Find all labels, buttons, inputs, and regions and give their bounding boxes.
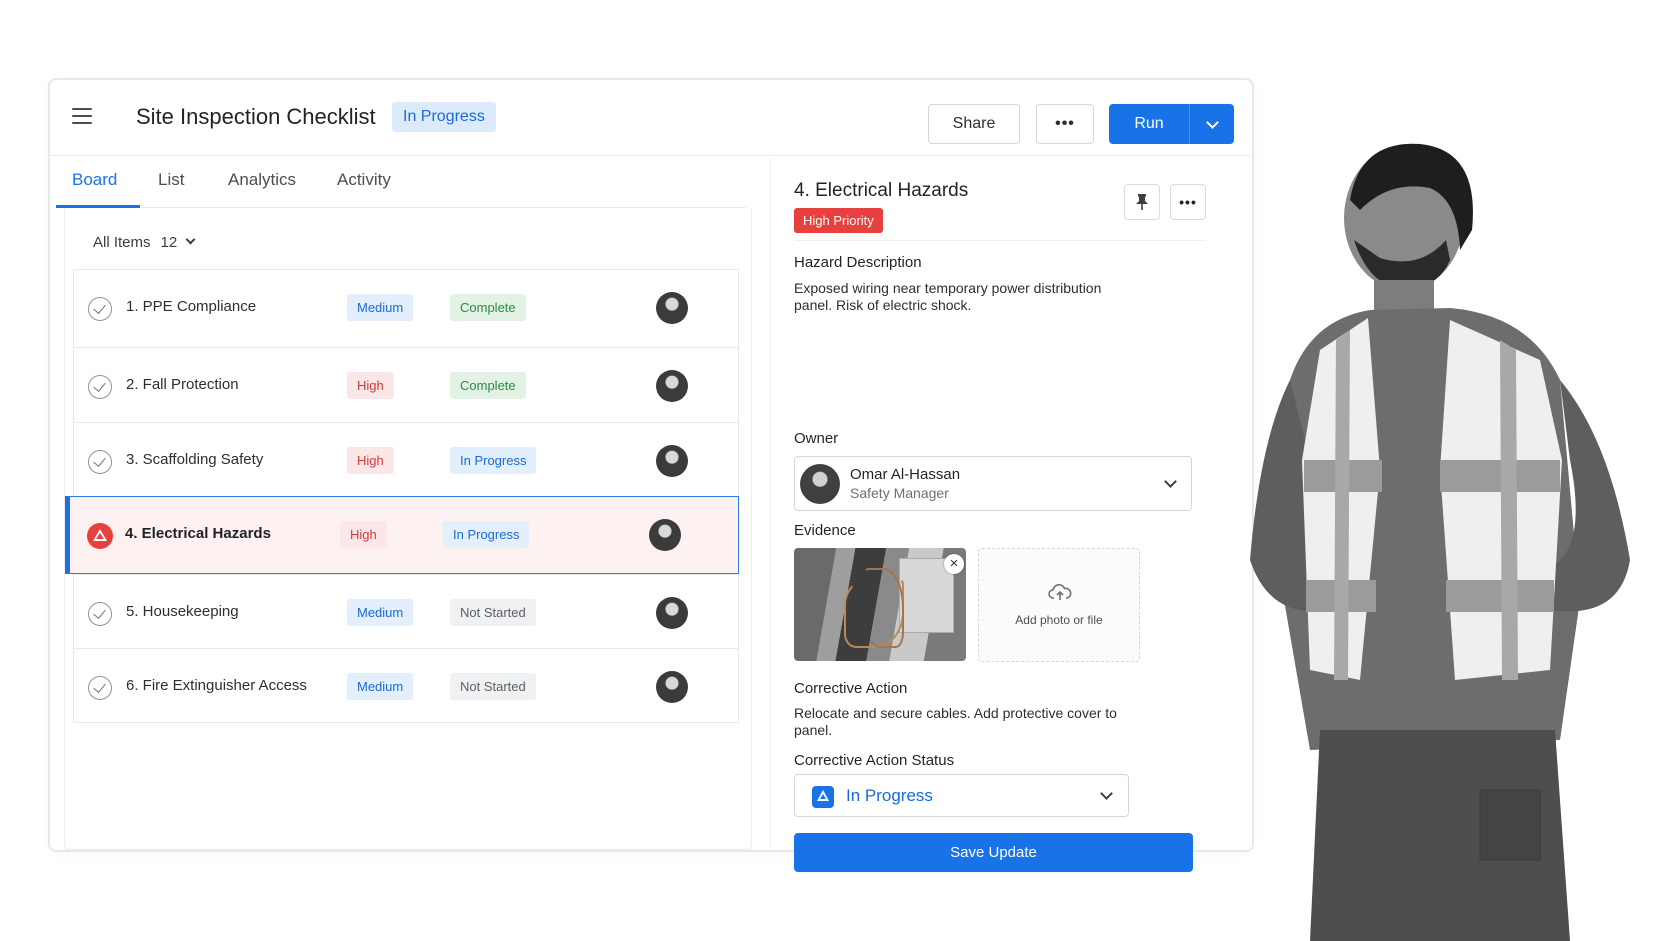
check-circle-icon[interactable] (88, 375, 112, 399)
priority-badge: High (347, 372, 394, 399)
status-badge: Complete (450, 294, 526, 321)
more-options-button[interactable]: ••• (1036, 104, 1094, 144)
tab-board[interactable]: Board (72, 170, 117, 190)
worker-photo (1250, 143, 1630, 941)
checklist-row[interactable]: 6. Fire Extinguisher Access Medium Not S… (73, 648, 739, 723)
item-name: 5. Housekeeping (126, 603, 239, 620)
corrective-label: Corrective Action (794, 680, 908, 697)
checklist-rows: 1. PPE Compliance Medium Complete 2. Fal… (65, 269, 739, 723)
owner-name: Omar Al-Hassan (850, 466, 961, 483)
check-circle-icon[interactable] (88, 297, 112, 321)
checklist-row[interactable]: 3. Scaffolding Safety High In Progress (73, 422, 739, 496)
priority-badge: Medium (347, 673, 414, 700)
pin-button[interactable] (1124, 184, 1160, 220)
tab-analytics[interactable]: Analytics (228, 170, 296, 190)
header: Site Inspection Checklist In Progress Sh… (50, 80, 1252, 156)
close-icon[interactable]: × (944, 554, 964, 574)
chevron-down-icon (1205, 115, 1219, 129)
cloud-upload-icon (1048, 584, 1072, 600)
assignee-avatar (649, 519, 681, 551)
chevron-down-icon (1100, 787, 1113, 800)
run-button[interactable]: Run (1109, 104, 1189, 144)
items-filter[interactable]: All Items 12 (93, 234, 196, 251)
corrective-action-text: Relocate and secure cables. Add protecti… (794, 705, 1117, 738)
divider (794, 240, 1206, 241)
assignee-avatar (656, 445, 688, 477)
evidence-label: Evidence (794, 522, 856, 539)
checklist-card: Site Inspection Checklist In Progress Sh… (48, 78, 1254, 872)
priority-badge: High (347, 447, 394, 474)
upload-label: Add photo or file (1015, 613, 1103, 627)
status-badge: In Progress (450, 447, 537, 474)
check-circle-icon[interactable] (88, 602, 112, 626)
check-circle-icon[interactable] (88, 450, 112, 474)
warning-icon (87, 523, 113, 549)
item-name: 3. Scaffolding Safety (126, 451, 264, 468)
tab-list[interactable]: List (158, 170, 184, 190)
run-dropdown-button[interactable] (1189, 104, 1234, 144)
checklist-row[interactable]: 1. PPE Compliance Medium Complete (73, 269, 739, 347)
tab-activity[interactable]: Activity (337, 170, 391, 190)
status-badge: Complete (450, 372, 526, 399)
priority-badge: High Priority (794, 208, 883, 233)
status-badge: Not Started (450, 673, 536, 700)
hazard-description: Exposed wiring near temporary power dist… (794, 280, 1102, 313)
save-update-button[interactable]: Save Update (794, 833, 1193, 872)
chevron-down-icon (1164, 475, 1177, 488)
owner-label: Owner (794, 430, 839, 447)
chevron-down-icon (185, 234, 196, 245)
item-name: 1. PPE Compliance (126, 298, 257, 315)
pane-divider (770, 158, 771, 850)
priority-badge: Medium (347, 599, 414, 626)
owner-role: Safety Manager (850, 485, 949, 501)
page-title: Site Inspection Checklist (136, 104, 376, 129)
assignee-avatar (656, 597, 688, 629)
detail-title: 4. Electrical Hazards (794, 180, 969, 201)
status-label: Corrective Action Status (794, 752, 955, 769)
progress-icon (812, 786, 834, 808)
pin-icon (1136, 194, 1148, 210)
assignee-avatar (656, 370, 688, 402)
share-button[interactable]: Share (928, 104, 1020, 144)
item-name: 4. Electrical Hazards (125, 525, 271, 542)
assignee-avatar (656, 292, 688, 324)
assignee-avatar (656, 671, 688, 703)
priority-badge: Medium (347, 294, 414, 321)
checklist-row-selected[interactable]: 4. Electrical Hazards High In Progress (65, 496, 739, 574)
status-badge: Not Started (450, 599, 536, 626)
menu-icon[interactable] (72, 108, 92, 124)
corrective-status-select[interactable]: In Progress (794, 774, 1129, 817)
filter-count: 12 (160, 234, 178, 251)
detail-more-button[interactable]: ••• (1170, 184, 1206, 220)
filter-label: All Items (93, 234, 151, 251)
checklist-row[interactable]: 5. Housekeeping Medium Not Started (73, 574, 739, 648)
owner-select[interactable]: Omar Al-Hassan Safety Manager (794, 456, 1192, 511)
item-name: 2. Fall Protection (126, 376, 239, 393)
status-value: In Progress (846, 786, 933, 805)
item-name: 6. Fire Extinguisher Access (126, 677, 307, 694)
checklist-row[interactable]: 2. Fall Protection High Complete (73, 347, 739, 422)
priority-badge: High (340, 521, 387, 548)
evidence-photo[interactable] (794, 548, 966, 661)
avatar (800, 464, 840, 504)
upload-dropzone[interactable]: Add photo or file (978, 548, 1140, 662)
status-badge: In Progress (392, 102, 496, 132)
check-circle-icon[interactable] (88, 676, 112, 700)
status-badge: In Progress (443, 521, 530, 548)
checklist-board: All Items 12 1. PPE Compliance Medium Co… (64, 208, 752, 850)
view-tabs: Board List Analytics Activity (56, 158, 746, 208)
hazard-label: Hazard Description (794, 254, 922, 271)
